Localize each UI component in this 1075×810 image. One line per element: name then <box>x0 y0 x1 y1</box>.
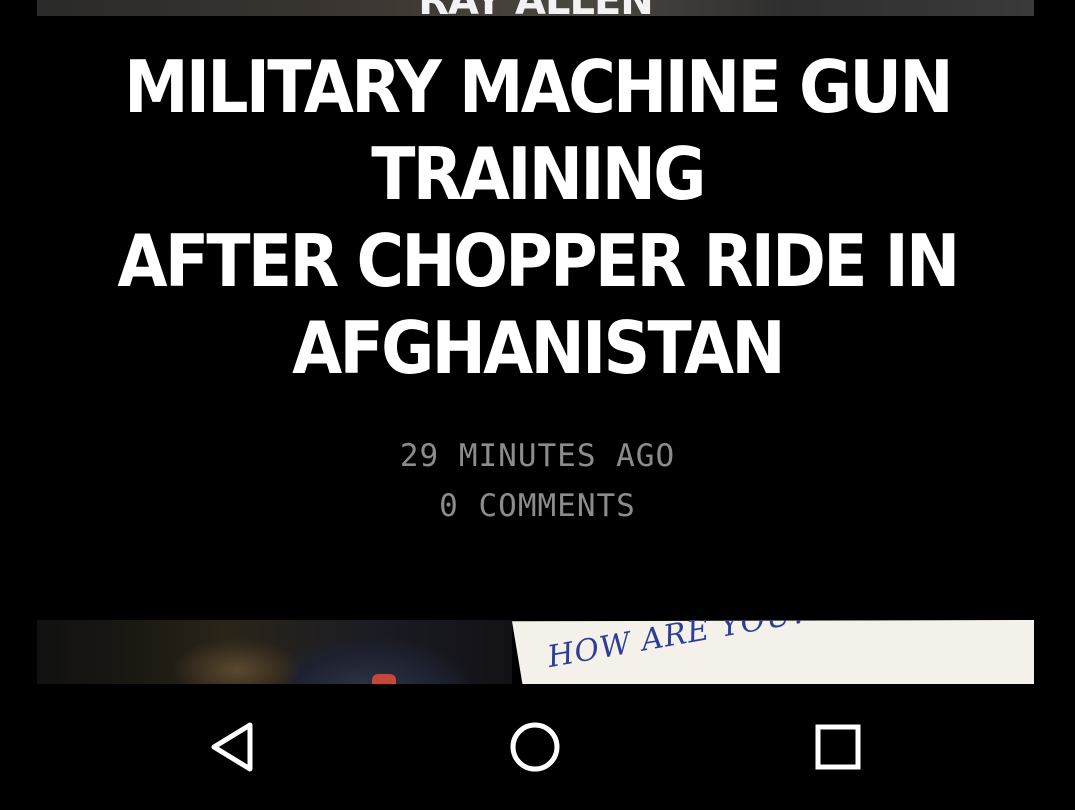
recents-square-icon <box>815 724 861 770</box>
article-headline[interactable]: MILITARY MACHINE GUN TRAINING AFTER CHOP… <box>108 44 968 392</box>
home-circle-icon <box>510 722 560 772</box>
system-navigation-bar <box>0 684 1075 810</box>
previous-article-title-partial: RAY ALLEN <box>37 0 1034 16</box>
back-triangle-icon <box>211 722 253 772</box>
next-article-photo <box>37 620 512 684</box>
headline-line: AFGHANISTAN <box>292 306 786 390</box>
previous-article-image[interactable]: RAY ALLEN <box>37 0 1034 16</box>
headline-line: TRAINING <box>371 132 706 216</box>
article-timestamp: 29 MINUTES AGO <box>399 438 676 474</box>
recents-button[interactable] <box>805 714 871 780</box>
next-article-image[interactable]: HOW ARE YOU? YOU ARE A <box>37 620 1034 684</box>
comments-count-link[interactable]: 0 COMMENTS <box>0 488 1075 524</box>
back-button[interactable] <box>199 714 265 780</box>
home-button[interactable] <box>502 714 568 780</box>
headline-line: AFTER CHOPPER RIDE IN <box>117 219 960 303</box>
headline-line: MILITARY MACHINE GUN <box>124 45 953 129</box>
photo-detail <box>372 674 396 684</box>
